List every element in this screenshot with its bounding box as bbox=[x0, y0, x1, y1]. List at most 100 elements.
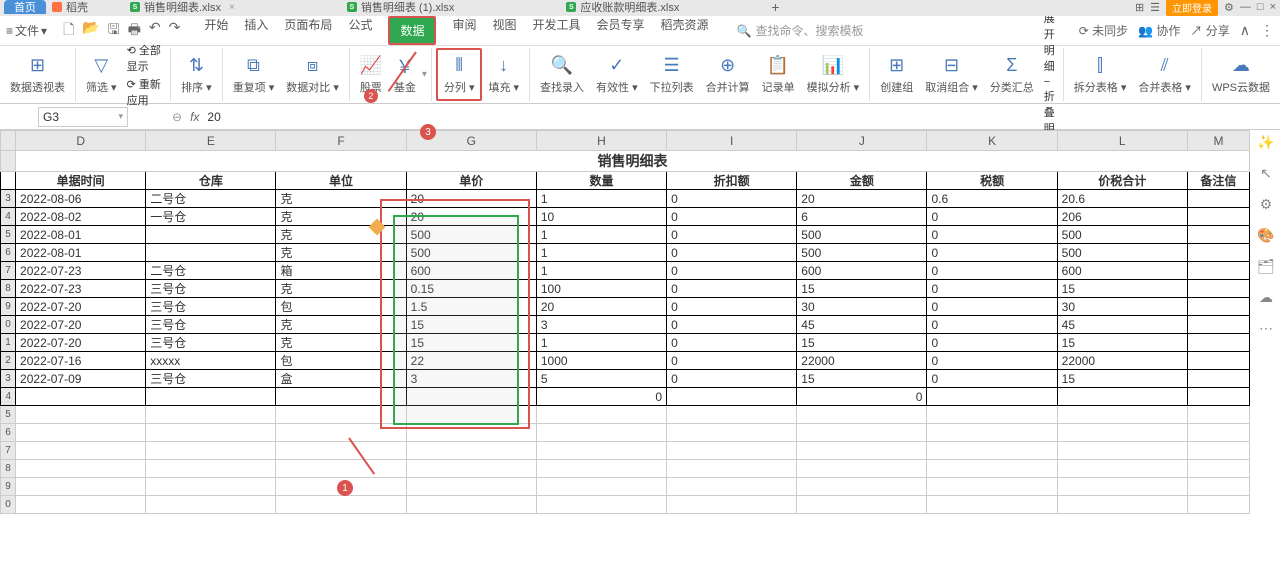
split-table-button[interactable]: ⫿拆分表格 ▾ bbox=[1068, 48, 1133, 101]
collapse-ribbon-icon[interactable]: ∧ bbox=[1240, 22, 1250, 39]
validation-button[interactable]: ✓有效性 ▾ bbox=[590, 48, 644, 101]
tab-resource[interactable]: 稻壳资源 bbox=[661, 16, 709, 45]
cancel-icon[interactable]: ⊖ bbox=[172, 110, 182, 124]
data-compare-button[interactable]: ⧈数据对比 ▾ bbox=[280, 48, 345, 101]
fill-button[interactable]: ↓填充 ▾ bbox=[482, 48, 525, 101]
table-row[interactable]: 52022-08-01克500105000500 bbox=[1, 226, 1250, 244]
merge-table-button[interactable]: ⫽合并表格 ▾ bbox=[1132, 48, 1197, 101]
tab-view[interactable]: 视图 bbox=[492, 16, 516, 45]
text-to-columns-button[interactable]: ⫴分列 ▾ bbox=[436, 48, 483, 101]
find-entry-button[interactable]: 🔍查找录入 bbox=[534, 48, 590, 101]
table-row[interactable]: 82022-07-23三号仓克0.15100015015 bbox=[1, 280, 1250, 298]
close-icon[interactable]: × bbox=[229, 2, 235, 13]
tab-formula[interactable]: 公式 bbox=[348, 16, 372, 45]
group-button[interactable]: ⊞创建组 bbox=[874, 48, 919, 101]
tab-insert[interactable]: 插入 bbox=[244, 16, 268, 45]
annotation-2: 2 bbox=[364, 89, 378, 103]
record-form-button[interactable]: 📋记录单 bbox=[756, 48, 801, 101]
tab-data[interactable]: 数据 bbox=[388, 16, 436, 45]
reapply-button[interactable]: ⟳ 重新应用 bbox=[127, 76, 163, 108]
col-header-L[interactable]: L bbox=[1057, 131, 1187, 151]
open-icon[interactable]: 📂 bbox=[82, 19, 99, 43]
more-icon[interactable]: ⋮ bbox=[1260, 22, 1274, 39]
name-box[interactable]: G3▾ bbox=[38, 107, 128, 127]
tab-dev[interactable]: 开发工具 bbox=[533, 16, 581, 45]
select-all-corner[interactable] bbox=[1, 131, 16, 151]
table-row[interactable]: 92022-07-20三号仓包1.520030030 bbox=[1, 298, 1250, 316]
table-header-row: 单据时间仓库单位单价数量折扣额金额税额价税合计备注信 bbox=[1, 172, 1250, 190]
stock-button[interactable]: 📈股票2 bbox=[354, 48, 388, 101]
tab-file1[interactable]: S销售明细表.xlsx× bbox=[124, 0, 241, 14]
ribbon-tabs: 开始 插入 页面布局 公式 数据 审阅 视图 开发工具 会员专享 稻壳资源 bbox=[204, 16, 708, 45]
fund-button[interactable]: ￥基金 bbox=[388, 48, 422, 101]
duplicates-button[interactable]: ⧉重复项 ▾ bbox=[227, 48, 281, 101]
tab-daoke[interactable]: 稻壳 bbox=[46, 0, 94, 14]
backup-icon[interactable]: ☁ bbox=[1259, 289, 1273, 306]
col-header-J[interactable]: J bbox=[797, 131, 927, 151]
list-view-icon[interactable]: ☰ bbox=[1150, 1, 1160, 14]
col-header-M[interactable]: M bbox=[1187, 131, 1249, 151]
col-header-F[interactable]: F bbox=[276, 131, 406, 151]
close-window-button[interactable]: × bbox=[1270, 1, 1276, 13]
table-row[interactable]: 32022-07-09三号仓盒35015015 bbox=[1, 370, 1250, 388]
tab-review[interactable]: 审阅 bbox=[452, 16, 476, 45]
table-row[interactable]: 62022-08-01克500105000500 bbox=[1, 244, 1250, 262]
table-row[interactable]: 02022-07-20三号仓克153045045 bbox=[1, 316, 1250, 334]
new-icon[interactable]: 🗋 bbox=[63, 19, 74, 43]
filter-button[interactable]: ▽筛选 ▾ bbox=[80, 48, 123, 101]
share-button[interactable]: ↗ 分享 bbox=[1190, 22, 1229, 39]
maximize-button[interactable]: □ bbox=[1257, 1, 1264, 13]
grid-view-icon[interactable]: ⊞ bbox=[1135, 1, 1144, 14]
sync-status[interactable]: ⟳ 未同步 bbox=[1079, 22, 1128, 39]
tab-member[interactable]: 会员专享 bbox=[597, 16, 645, 45]
toolbox-icon[interactable]: 🗂 bbox=[1257, 258, 1275, 275]
subtotal-button[interactable]: Σ分类汇总 bbox=[984, 48, 1040, 101]
cursor-icon[interactable]: ↖ bbox=[1260, 165, 1272, 182]
table-row[interactable]: 42022-08-02一号仓克2010060206 bbox=[1, 208, 1250, 226]
table-row[interactable]: 12022-07-20三号仓克151015015 bbox=[1, 334, 1250, 352]
sort-button[interactable]: ⇅排序 ▾ bbox=[175, 48, 218, 101]
col-header-E[interactable]: E bbox=[146, 131, 276, 151]
settings-icon[interactable]: ⚙ bbox=[1224, 1, 1234, 14]
annotation-1: 1 bbox=[337, 480, 353, 496]
style-icon[interactable]: 🎨 bbox=[1257, 227, 1274, 244]
save-icon[interactable]: 🖫 bbox=[108, 19, 120, 43]
col-header-H[interactable]: H bbox=[536, 131, 666, 151]
col-header-I[interactable]: I bbox=[667, 131, 797, 151]
file-menu[interactable]: ≡ 文件 ▾ bbox=[6, 22, 47, 39]
tab-home[interactable]: 首页 bbox=[4, 0, 46, 14]
settings-icon[interactable]: ⚙ bbox=[1260, 196, 1273, 213]
sparkle-icon[interactable]: ✨ bbox=[1257, 134, 1274, 151]
fx-icon[interactable]: fx bbox=[190, 110, 199, 124]
right-sidebar: ✨ ↖ ⚙ 🎨 🗂 ☁ ⋯ bbox=[1252, 130, 1280, 337]
login-button[interactable]: 立即登录 bbox=[1166, 0, 1218, 16]
col-header-K[interactable]: K bbox=[927, 131, 1057, 151]
command-search[interactable]: 🔍 查找命令、搜索模板 bbox=[737, 22, 864, 39]
coop-button[interactable]: 👥 协作 bbox=[1138, 22, 1180, 39]
tab-file2[interactable]: S销售明细表 (1).xlsx bbox=[341, 0, 461, 14]
table-row[interactable]: 22022-07-16xxxxx包221000022000022000 bbox=[1, 352, 1250, 370]
consolidate-button[interactable]: ⊕合并计算 bbox=[700, 48, 756, 101]
tab-file3[interactable]: S应收账款明细表.xlsx bbox=[560, 0, 685, 14]
xlsx-icon: S bbox=[130, 2, 140, 12]
more-sidebar-icon[interactable]: ⋯ bbox=[1259, 320, 1273, 337]
redo-icon[interactable]: ↷ bbox=[169, 19, 181, 43]
tab-layout[interactable]: 页面布局 bbox=[284, 16, 332, 45]
wps-cloud-button[interactable]: ☁WPS云数据 bbox=[1206, 48, 1276, 101]
pivot-button[interactable]: ⊞数据透视表 bbox=[4, 48, 71, 101]
dropdown-list-button[interactable]: ☰下拉列表 bbox=[644, 48, 700, 101]
table-row[interactable]: 72022-07-23二号仓箱600106000600 bbox=[1, 262, 1250, 280]
tab-add[interactable]: + bbox=[765, 0, 785, 14]
tab-start[interactable]: 开始 bbox=[204, 16, 228, 45]
sum-row: 400 bbox=[1, 388, 1250, 406]
col-header-D[interactable]: D bbox=[16, 131, 146, 151]
formula-input[interactable]: 20 bbox=[207, 110, 220, 124]
daoke-icon bbox=[52, 2, 62, 12]
what-if-button[interactable]: 📊模拟分析 ▾ bbox=[801, 48, 866, 101]
table-row[interactable]: 32022-08-06二号仓克2010200.620.6 bbox=[1, 190, 1250, 208]
ungroup-button[interactable]: ⊟取消组合 ▾ bbox=[919, 48, 984, 101]
show-all-button[interactable]: ⟲ 全部显示 bbox=[127, 42, 163, 74]
spreadsheet-grid[interactable]: D E F G H I J K L M 销售明细表 单据时间仓库单位单价数量折扣… bbox=[0, 130, 1250, 561]
title-bar: 首页 稻壳 S销售明细表.xlsx× S销售明细表 (1).xlsx S应收账款… bbox=[0, 0, 1280, 16]
minimize-button[interactable]: — bbox=[1240, 1, 1251, 13]
